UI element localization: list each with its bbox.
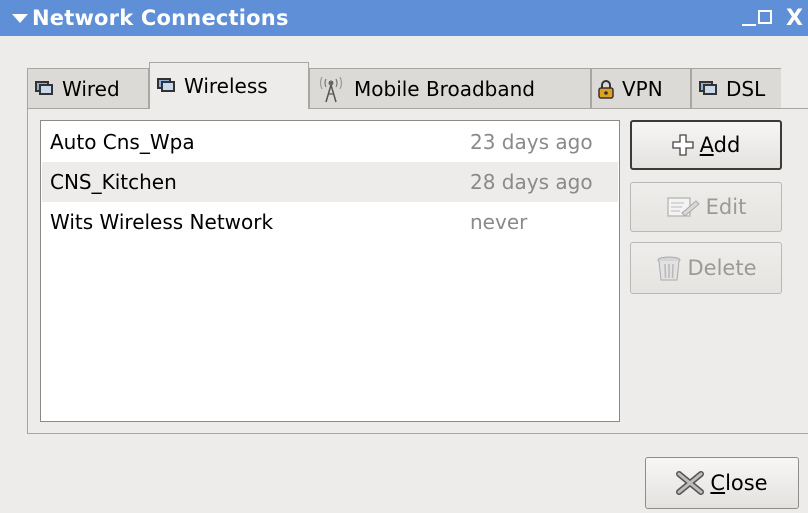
- list-item[interactable]: Wits Wireless Network never: [42, 202, 618, 242]
- edit-button[interactable]: Edit: [630, 182, 782, 232]
- close-window-icon[interactable]: X: [786, 6, 803, 31]
- network-icon: [156, 78, 176, 94]
- add-button[interactable]: Add: [630, 120, 782, 170]
- close-button[interactable]: Close: [645, 457, 799, 509]
- add-label-mnemonic: A: [699, 133, 714, 157]
- connection-last-used: 28 days ago: [470, 170, 593, 194]
- connection-name: Wits Wireless Network: [50, 210, 274, 234]
- add-label: dd: [713, 133, 741, 157]
- close-icon: [676, 471, 705, 495]
- tab-label: Mobile Broadband: [354, 76, 535, 101]
- edit-icon: [666, 195, 700, 219]
- window-title: Network Connections: [32, 6, 289, 30]
- plus-icon: [672, 134, 694, 156]
- network-connections-window: Network Connections X Wired Wireless Mob…: [0, 0, 808, 513]
- tab-wireless[interactable]: Wireless: [149, 62, 309, 109]
- close-label-mnemonic: C: [710, 471, 726, 495]
- tab-mobile-broadband[interactable]: Mobile Broadband: [309, 68, 591, 108]
- tab-label: VPN: [622, 76, 663, 101]
- connection-name: CNS_Kitchen: [50, 170, 177, 194]
- delete-label: Delete: [687, 256, 757, 280]
- tab-bar: Wired Wireless Mobile Broadband VPN DSL: [27, 62, 781, 109]
- connection-last-used: never: [470, 210, 528, 234]
- list-item[interactable]: Auto Cns_Wpa 23 days ago: [42, 122, 618, 162]
- lock-icon: [598, 79, 614, 99]
- connections-list[interactable]: Auto Cns_Wpa 23 days ago CNS_Kitchen 28 …: [40, 120, 620, 422]
- tab-label: Wired: [62, 76, 120, 101]
- connection-name: Auto Cns_Wpa: [50, 130, 195, 154]
- minimize-icon[interactable]: [742, 24, 756, 26]
- tab-wired[interactable]: Wired: [27, 68, 149, 108]
- connection-last-used: 23 days ago: [470, 130, 593, 154]
- network-icon: [34, 80, 54, 97]
- delete-button[interactable]: Delete: [630, 242, 782, 294]
- window-menu-icon[interactable]: [12, 14, 28, 23]
- tab-vpn[interactable]: VPN: [591, 68, 691, 108]
- close-label: lose: [725, 471, 768, 495]
- title-bar[interactable]: Network Connections X: [0, 0, 808, 36]
- tab-label: Wireless: [184, 74, 268, 98]
- tab-label: DSL: [726, 76, 766, 101]
- antenna-icon: [316, 75, 346, 103]
- maximize-icon[interactable]: [758, 10, 772, 24]
- tab-dsl[interactable]: DSL: [691, 68, 781, 108]
- edit-label: Edit: [705, 195, 747, 219]
- trash-icon: [656, 254, 682, 282]
- list-item[interactable]: CNS_Kitchen 28 days ago: [42, 162, 618, 202]
- network-icon: [698, 80, 718, 97]
